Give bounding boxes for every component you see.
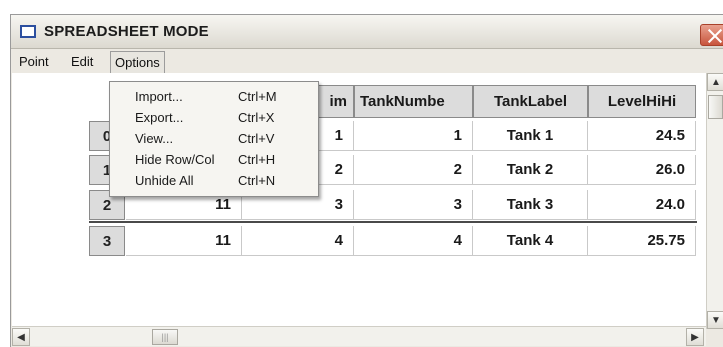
table-cell[interactable]: 24.5 xyxy=(588,121,696,151)
menu-item-shortcut: Ctrl+N xyxy=(238,173,276,188)
menu-options[interactable]: Options xyxy=(110,51,165,73)
table-cell[interactable]: Tank 3 xyxy=(473,190,588,220)
vertical-scroll-thumb[interactable] xyxy=(708,95,723,119)
column-header-levelhihi[interactable]: LevelHiHi xyxy=(588,85,696,118)
table-cell[interactable]: 26.0 xyxy=(588,155,696,185)
scroll-up-button[interactable]: ▲ xyxy=(707,73,723,91)
table-cell[interactable]: Tank 4 xyxy=(473,226,588,256)
row-divider xyxy=(89,221,697,223)
menu-bar: Point Edit Options xyxy=(11,51,723,73)
menu-item-label: Import... xyxy=(135,89,183,104)
menu-item-label: Unhide All xyxy=(135,173,194,188)
table-cell[interactable]: 24.0 xyxy=(588,190,696,220)
row-header-3[interactable]: 3 xyxy=(89,226,125,256)
scroll-left-button[interactable]: ◀ xyxy=(12,328,30,346)
menu-item-label: View... xyxy=(135,131,174,146)
menu-item-export[interactable]: Export... Ctrl+X xyxy=(110,108,318,128)
menu-item-label: Export... xyxy=(135,110,184,125)
vertical-scrollbar[interactable]: ▲ ▼ xyxy=(706,73,723,329)
horizontal-scroll-thumb[interactable]: ||| xyxy=(152,329,178,345)
table-cell[interactable]: Tank 2 xyxy=(473,155,588,185)
menu-item-shortcut: Ctrl+H xyxy=(238,152,276,167)
menu-edit[interactable]: Edit xyxy=(67,54,97,69)
column-header-tanklabel[interactable]: TankLabel xyxy=(473,85,588,118)
scroll-down-button[interactable]: ▼ xyxy=(707,311,723,329)
spreadsheet-window: SPREADSHEET MODE Point Edit Options im T… xyxy=(10,14,723,347)
window-title: SPREADSHEET MODE xyxy=(44,23,209,40)
table-cell[interactable]: Tank 1 xyxy=(473,121,588,151)
menu-item-hide-row-col[interactable]: Hide Row/Col Ctrl+H xyxy=(110,150,318,170)
table-cell[interactable]: 4 xyxy=(354,226,473,256)
table-cell[interactable]: 2 xyxy=(354,155,473,185)
column-header-tanknumber[interactable]: TankNumbe xyxy=(354,85,473,118)
title-bar[interactable]: SPREADSHEET MODE xyxy=(11,15,723,49)
menu-item-shortcut: Ctrl+V xyxy=(238,131,275,146)
menu-item-view[interactable]: View... Ctrl+V xyxy=(110,129,318,149)
menu-item-shortcut: Ctrl+M xyxy=(238,89,277,104)
menu-item-shortcut: Ctrl+X xyxy=(238,110,275,125)
table-cell[interactable]: 1 xyxy=(354,121,473,151)
menu-item-unhide-all[interactable]: Unhide All Ctrl+N xyxy=(110,171,318,191)
scroll-right-button[interactable]: ▶ xyxy=(686,328,704,346)
window-icon xyxy=(20,25,36,38)
options-dropdown-menu: Import... Ctrl+M Export... Ctrl+X View..… xyxy=(109,81,319,197)
table-cell[interactable]: 25.75 xyxy=(588,226,696,256)
menu-item-label: Hide Row/Col xyxy=(135,152,215,167)
menu-item-import[interactable]: Import... Ctrl+M xyxy=(110,87,318,107)
table-cell[interactable]: 3 xyxy=(354,190,473,220)
table-cell[interactable]: 4 xyxy=(242,226,354,256)
menu-point[interactable]: Point xyxy=(15,54,53,69)
horizontal-scrollbar[interactable]: ◀ ||| ▶ xyxy=(12,326,706,346)
table-cell[interactable]: 11 xyxy=(126,226,242,256)
close-button[interactable] xyxy=(700,24,723,46)
